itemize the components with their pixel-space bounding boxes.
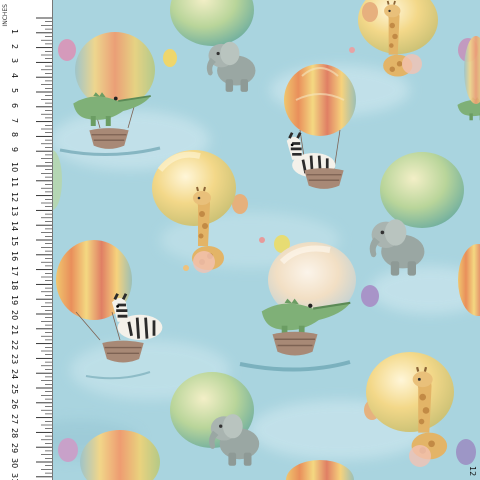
ruler-number: 7 [10,117,19,123]
ruler-number: 14 [10,221,19,232]
ruler-number: 15 [10,236,19,247]
ruler-number: 13 [10,206,19,217]
fabric-print: INCHES 1 2 3 4 5 6 7 8 9 10 11 12 13 14 15 16 17 18 19 20 21… [0,0,480,480]
ruler-number: 6 [10,102,19,108]
ruler-number: 18 [10,280,19,291]
ruler-number: 2 [10,43,19,49]
watercolor-pattern [0,0,480,480]
ruler-number: 23 [10,354,19,365]
ruler-number: 31 [10,472,19,480]
ruler-number: 27 [10,413,19,424]
ruler-number: 20 [10,310,19,321]
ruler-number: 24 [10,369,19,380]
ruler-number: 19 [10,295,19,306]
measuring-ruler: INCHES 1 2 3 4 5 6 7 8 9 10 11 12 13 14 15 16 17 18 19 20 21… [0,0,53,480]
ruler-number: 21 [10,324,19,335]
ruler-number: 28 [10,428,19,439]
ruler-number: 17 [10,265,19,276]
ruler-number: 26 [10,398,19,409]
ruler-number: 12 [10,191,19,202]
ruler-number: 16 [10,250,19,261]
ruler-number: 3 [10,58,19,64]
ruler-number: 1 [10,28,19,34]
ruler-number: 11 [10,176,19,187]
ruler-unit-label: INCHES [2,4,9,27]
ruler-number: 5 [10,88,19,94]
ruler-number: 8 [10,132,19,138]
ruler-number: 25 [10,384,19,395]
ruler-number: 30 [10,458,19,469]
ruler-number: 9 [10,147,19,153]
ruler-number: 10 [10,162,19,173]
ruler-number: 4 [10,73,19,79]
ruler-number: 22 [10,339,19,350]
ruler-ticks [36,17,52,478]
ruler-number: 29 [10,443,19,454]
ruler-edge-number: 12 [468,466,477,477]
